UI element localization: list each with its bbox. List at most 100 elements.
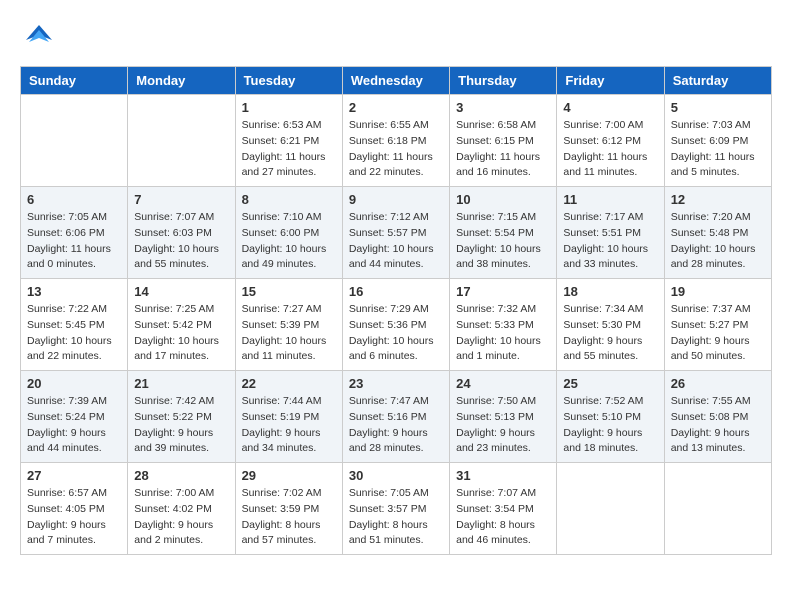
calendar-cell: 14Sunrise: 7:25 AMSunset: 5:42 PMDayligh… [128,279,235,371]
day-info: Sunrise: 6:53 AMSunset: 6:21 PMDaylight:… [242,118,336,181]
day-number: 4 [563,100,657,115]
weekday-header: Monday [128,67,235,95]
calendar-cell: 15 Sunrise: 7:27 AMSunset: 5:39 PMDayligh… [235,279,342,371]
calendar-cell: 19Sunrise: 7:37 AMSunset: 5:27 PMDayligh… [664,279,771,371]
day-number: 3 [456,100,550,115]
day-number: 27 [27,468,121,483]
calendar-cell: 17 Sunrise: 7:32 AMSunset: 5:33 PMDayligh… [450,279,557,371]
calendar-cell [128,95,235,187]
day-number: 23 [349,376,443,391]
day-info: Sunrise: 7:20 AMSunset: 5:48 PMDaylight:… [671,210,765,273]
day-info: Sunrise: 7:25 AMSunset: 5:42 PMDaylight:… [134,302,228,365]
day-number: 6 [27,192,121,207]
calendar-cell: 3 Sunrise: 6:58 AMSunset: 6:15 PMDaylight… [450,95,557,187]
day-info: Sunrise: 7:39 AMSunset: 5:24 PMDaylight:… [27,394,121,457]
calendar-week-row: 6Sunrise: 7:05 AMSunset: 6:06 PMDaylight… [21,187,772,279]
calendar-cell: 27 Sunrise: 6:57 AMSunset: 4:05 PMDayligh… [21,463,128,555]
logo-icon [24,20,54,50]
day-info: Sunrise: 7:32 AMSunset: 5:33 PMDaylight:… [456,302,550,365]
calendar-cell: 25 Sunrise: 7:52 AMSunset: 5:10 PMDayligh… [557,371,664,463]
day-info: Sunrise: 6:57 AMSunset: 4:05 PMDaylight:… [27,486,121,549]
day-number: 2 [349,100,443,115]
day-info: Sunrise: 7:37 AMSunset: 5:27 PMDaylight:… [671,302,765,365]
day-number: 26 [671,376,765,391]
day-info: Sunrise: 7:12 AMSunset: 5:57 PMDaylight:… [349,210,443,273]
day-info: Sunrise: 7:50 AMSunset: 5:13 PMDaylight:… [456,394,550,457]
day-info: Sunrise: 7:27 AMSunset: 5:39 PMDaylight:… [242,302,336,365]
day-number: 25 [563,376,657,391]
day-info: Sunrise: 6:55 AMSunset: 6:18 PMDaylight:… [349,118,443,181]
day-number: 28 [134,468,228,483]
calendar-cell: 31 Sunrise: 7:07 AMSunset: 3:54 PMDayligh… [450,463,557,555]
day-number: 20 [27,376,121,391]
weekday-header: Wednesday [342,67,449,95]
day-info: Sunrise: 7:44 AMSunset: 5:19 PMDaylight:… [242,394,336,457]
calendar-cell: 6Sunrise: 7:05 AMSunset: 6:06 PMDaylight… [21,187,128,279]
day-info: Sunrise: 7:29 AMSunset: 5:36 PMDaylight:… [349,302,443,365]
calendar-cell: 10Sunrise: 7:15 AMSunset: 5:54 PMDayligh… [450,187,557,279]
day-info: Sunrise: 6:58 AMSunset: 6:15 PMDaylight:… [456,118,550,181]
day-number: 16 [349,284,443,299]
day-info: Sunrise: 7:52 AMSunset: 5:10 PMDaylight:… [563,394,657,457]
calendar-cell: 9 Sunrise: 7:12 AMSunset: 5:57 PMDaylight… [342,187,449,279]
calendar-cell: 21Sunrise: 7:42 AMSunset: 5:22 PMDayligh… [128,371,235,463]
calendar-cell: 30Sunrise: 7:05 AMSunset: 3:57 PMDayligh… [342,463,449,555]
day-number: 21 [134,376,228,391]
calendar-cell: 2 Sunrise: 6:55 AMSunset: 6:18 PMDaylight… [342,95,449,187]
calendar-cell: 5 Sunrise: 7:03 AMSunset: 6:09 PMDaylight… [664,95,771,187]
day-number: 30 [349,468,443,483]
day-number: 22 [242,376,336,391]
day-number: 7 [134,192,228,207]
day-info: Sunrise: 7:00 AMSunset: 4:02 PMDaylight:… [134,486,228,549]
calendar-cell: 4 Sunrise: 7:00 AMSunset: 6:12 PMDaylight… [557,95,664,187]
logo [20,20,54,56]
calendar-cell: 28 Sunrise: 7:00 AMSunset: 4:02 PMDayligh… [128,463,235,555]
calendar-cell: 23 Sunrise: 7:47 AMSunset: 5:16 PMDayligh… [342,371,449,463]
day-number: 9 [349,192,443,207]
weekday-header: Friday [557,67,664,95]
day-info: Sunrise: 7:17 AMSunset: 5:51 PMDaylight:… [563,210,657,273]
day-info: Sunrise: 7:15 AMSunset: 5:54 PMDaylight:… [456,210,550,273]
calendar-cell: 11 Sunrise: 7:17 AMSunset: 5:51 PMDayligh… [557,187,664,279]
day-info: Sunrise: 7:03 AMSunset: 6:09 PMDaylight:… [671,118,765,181]
calendar-cell: 12 Sunrise: 7:20 AMSunset: 5:48 PMDayligh… [664,187,771,279]
calendar-cell: 20 Sunrise: 7:39 AMSunset: 5:24 PMDayligh… [21,371,128,463]
day-info: Sunrise: 7:34 AMSunset: 5:30 PMDaylight:… [563,302,657,365]
calendar-cell [21,95,128,187]
day-info: Sunrise: 7:10 AMSunset: 6:00 PMDaylight:… [242,210,336,273]
day-number: 11 [563,192,657,207]
day-number: 12 [671,192,765,207]
calendar-week-row: 27 Sunrise: 6:57 AMSunset: 4:05 PMDayligh… [21,463,772,555]
calendar-cell: 8 Sunrise: 7:10 AMSunset: 6:00 PMDaylight… [235,187,342,279]
day-number: 1 [242,100,336,115]
day-info: Sunrise: 7:00 AMSunset: 6:12 PMDaylight:… [563,118,657,181]
calendar-header-row: SundayMondayTuesdayWednesdayThursdayFrid… [21,67,772,95]
calendar-table: SundayMondayTuesdayWednesdayThursdayFrid… [20,66,772,555]
day-info: Sunrise: 7:22 AMSunset: 5:45 PMDaylight:… [27,302,121,365]
calendar-week-row: 20 Sunrise: 7:39 AMSunset: 5:24 PMDayligh… [21,371,772,463]
calendar-week-row: 13Sunrise: 7:22 AMSunset: 5:45 PMDayligh… [21,279,772,371]
day-number: 8 [242,192,336,207]
day-number: 15 [242,284,336,299]
weekday-header: Sunday [21,67,128,95]
page-header [20,20,772,56]
day-number: 31 [456,468,550,483]
calendar-cell: 1 Sunrise: 6:53 AMSunset: 6:21 PMDaylight… [235,95,342,187]
calendar-cell: 26Sunrise: 7:55 AMSunset: 5:08 PMDayligh… [664,371,771,463]
day-info: Sunrise: 7:07 AMSunset: 3:54 PMDaylight:… [456,486,550,549]
calendar-cell: 22 Sunrise: 7:44 AMSunset: 5:19 PMDayligh… [235,371,342,463]
calendar-cell: 24 Sunrise: 7:50 AMSunset: 5:13 PMDayligh… [450,371,557,463]
calendar-cell [557,463,664,555]
day-info: Sunrise: 7:02 AMSunset: 3:59 PMDaylight:… [242,486,336,549]
calendar-cell: 16 Sunrise: 7:29 AMSunset: 5:36 PMDayligh… [342,279,449,371]
weekday-header: Saturday [664,67,771,95]
day-number: 24 [456,376,550,391]
day-number: 17 [456,284,550,299]
day-number: 29 [242,468,336,483]
calendar-cell: 13Sunrise: 7:22 AMSunset: 5:45 PMDayligh… [21,279,128,371]
weekday-header: Thursday [450,67,557,95]
calendar-week-row: 1 Sunrise: 6:53 AMSunset: 6:21 PMDaylight… [21,95,772,187]
calendar-cell: 18Sunrise: 7:34 AMSunset: 5:30 PMDayligh… [557,279,664,371]
day-number: 5 [671,100,765,115]
day-info: Sunrise: 7:47 AMSunset: 5:16 PMDaylight:… [349,394,443,457]
